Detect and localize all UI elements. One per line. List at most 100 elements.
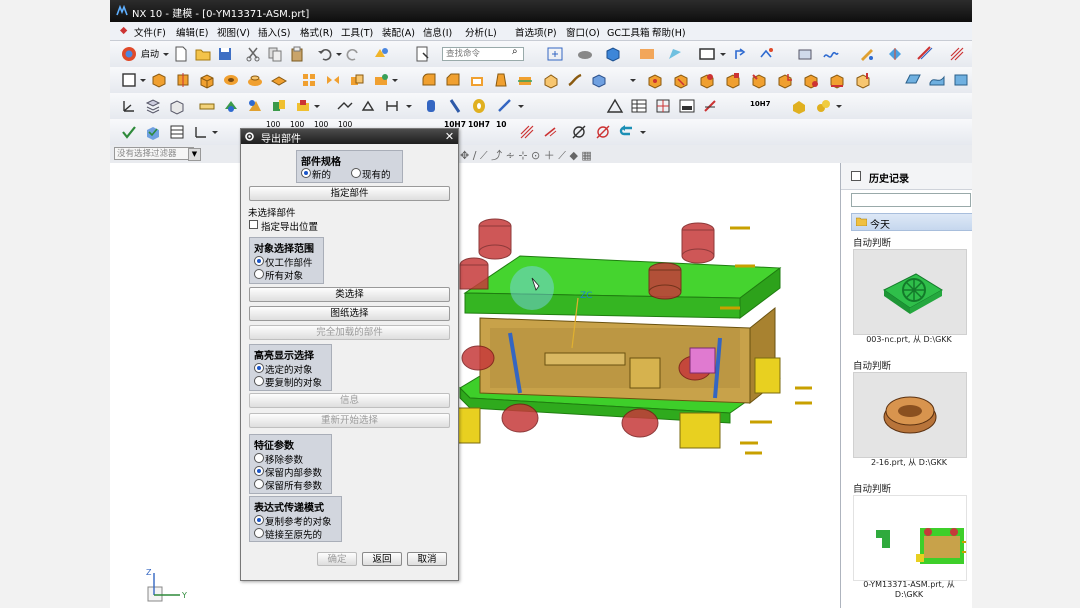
menu-help[interactable]: 帮助(H) <box>652 25 686 39</box>
fit-label-2[interactable]: 10H7 <box>468 120 490 129</box>
radio-link-to-original[interactable] <box>254 528 264 538</box>
cylinder-icon[interactable] <box>422 97 440 115</box>
triangle-icon[interactable] <box>606 97 624 115</box>
start-dropdown-arrow[interactable] <box>163 53 169 56</box>
mold-tool-7-icon[interactable] <box>802 71 820 89</box>
gold-part-1-icon[interactable] <box>790 97 808 115</box>
layer-settings-icon[interactable] <box>168 97 186 115</box>
fit-view-icon[interactable] <box>546 45 564 63</box>
route-icon[interactable] <box>916 45 934 63</box>
measure-icon[interactable] <box>198 97 216 115</box>
snap-point-icons[interactable]: ✥ ∕ ⟋ ⤴ ∻ ⊹ ⊙ ＋ ⟋ ◆ ▦ <box>460 147 592 163</box>
mold-tool-9-icon[interactable] <box>854 71 872 89</box>
section-icon[interactable] <box>702 97 720 115</box>
menu-analysis[interactable]: 分析(L) <box>465 25 497 39</box>
background-icon[interactable] <box>638 45 656 63</box>
radio-objects-to-copy[interactable] <box>254 376 264 386</box>
assembly-1-icon[interactable] <box>222 97 240 115</box>
surface-3-icon[interactable] <box>952 71 970 89</box>
mirror-icon[interactable] <box>324 71 342 89</box>
shaded-cube-icon[interactable] <box>604 45 622 63</box>
menu-format[interactable]: 格式(R) <box>300 25 333 39</box>
undo-dropdown-arrow[interactable] <box>336 53 342 56</box>
restart-selection-button[interactable]: 重新开始选择 <box>249 413 450 428</box>
history-thumbnail-3[interactable] <box>853 495 967 581</box>
type-filter-select[interactable]: 没有选择过滤器 <box>114 147 194 160</box>
washer-icon[interactable] <box>470 97 488 115</box>
null-sign-1-icon[interactable] <box>570 123 588 141</box>
extrude-icon[interactable] <box>150 71 168 89</box>
check-part-icon[interactable] <box>144 123 162 141</box>
return-arrow-icon[interactable] <box>618 123 636 141</box>
radio-keep-all-parameters[interactable] <box>254 479 264 489</box>
table-icon[interactable] <box>630 97 648 115</box>
check-table-icon[interactable] <box>168 123 186 141</box>
block-icon[interactable] <box>198 71 216 89</box>
radio-existing[interactable] <box>351 168 361 178</box>
dimension-dropdown-arrow[interactable] <box>406 105 412 108</box>
dimension-2-icon[interactable] <box>360 97 378 115</box>
mold-tool-6-icon[interactable] <box>776 71 794 89</box>
trim-body-icon[interactable] <box>516 71 534 89</box>
cancel-button[interactable]: 取消 <box>407 552 447 566</box>
surface-2-icon[interactable] <box>928 71 946 89</box>
class-selection-button[interactable]: 类选择 <box>249 287 450 302</box>
back-button[interactable]: 返回 <box>362 552 402 566</box>
pin-icon[interactable] <box>446 97 464 115</box>
save-icon[interactable] <box>216 45 234 63</box>
feature-dropdown-arrow[interactable] <box>392 79 398 82</box>
menu-gc-toolkit[interactable]: GC工具箱 <box>607 25 650 39</box>
assembly-navigator-icon[interactable] <box>796 45 814 63</box>
layer-stack-icon[interactable] <box>144 97 162 115</box>
radio-keep-internal-parameters[interactable] <box>254 466 264 476</box>
search-icon[interactable]: ⌕ <box>512 46 518 57</box>
grid-hatch-icon[interactable] <box>948 45 966 63</box>
menu-insert[interactable]: 插入(S) <box>258 25 290 39</box>
view-orient-icon[interactable] <box>666 45 684 63</box>
chamfer-icon[interactable] <box>444 71 462 89</box>
specify-part-button[interactable]: 指定部件 <box>249 186 450 201</box>
mold-assembly-model[interactable]: ZC <box>450 208 840 468</box>
dialog-title-bar[interactable]: 导出部件 ✕ <box>241 129 458 145</box>
check-dropdown-arrow[interactable] <box>212 131 218 134</box>
title-block-icon[interactable] <box>678 97 696 115</box>
menu-information[interactable]: 信息(I) <box>423 25 452 39</box>
work-layer-icon[interactable] <box>698 45 716 63</box>
grid-plus-icon[interactable] <box>654 97 672 115</box>
menu-tools[interactable]: 工具(T) <box>341 25 373 39</box>
radio-work-part-only[interactable] <box>254 256 264 266</box>
gold-dropdown-arrow[interactable] <box>836 105 842 108</box>
assembly-dropdown-arrow[interactable] <box>314 105 320 108</box>
pocket-icon[interactable] <box>270 71 288 89</box>
datum-csys-icon[interactable] <box>120 97 138 115</box>
mold-tool-5-icon[interactable] <box>750 71 768 89</box>
mold-tool-3-icon[interactable] <box>698 71 716 89</box>
boss-icon[interactable] <box>246 71 264 89</box>
open-folder-icon[interactable] <box>194 45 212 63</box>
revolve-icon[interactable] <box>174 71 192 89</box>
dimension-3-icon[interactable] <box>384 97 402 115</box>
fully-loaded-parts-button[interactable]: 完全加载的部件 <box>249 325 450 340</box>
menu-preferences[interactable]: 首选项(P) <box>515 25 557 39</box>
specify-export-location-checkbox[interactable] <box>249 220 258 229</box>
shell-icon[interactable] <box>468 71 486 89</box>
ok-button[interactable]: 确定 <box>317 552 357 566</box>
radio-all-objects[interactable] <box>254 269 264 279</box>
fit-label-4[interactable]: 10H7 <box>750 100 770 108</box>
menu-edit[interactable]: 编辑(E) <box>176 25 208 39</box>
menu-window[interactable]: 窗口(O) <box>566 25 600 39</box>
radio-selected-objects[interactable] <box>254 363 264 373</box>
unite-icon[interactable] <box>348 71 366 89</box>
nx-menu-icon[interactable]: ◆ <box>120 25 127 36</box>
history-pin-checkbox[interactable] <box>851 171 861 181</box>
menu-view[interactable]: 视图(V) <box>217 25 250 39</box>
radio-remove-parameters[interactable] <box>254 453 264 463</box>
constraint-icon[interactable] <box>758 45 776 63</box>
hole-icon[interactable] <box>222 71 240 89</box>
repeat-command-icon[interactable] <box>372 45 390 63</box>
command-finder-icon[interactable] <box>414 45 432 63</box>
graphics-viewport[interactable]: ZC Z Y <box>110 163 840 608</box>
sketch-dropdown-arrow[interactable] <box>140 79 146 82</box>
filter-dropdown-button[interactable]: ▼ <box>188 148 201 161</box>
assembly-2-icon[interactable] <box>246 97 264 115</box>
